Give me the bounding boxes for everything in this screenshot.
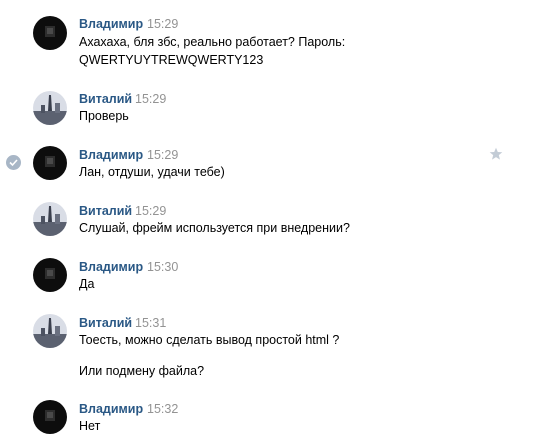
author-name[interactable]: Владимир (79, 148, 143, 162)
message-text: Тоесть, можно сделать вывод простой html… (79, 333, 340, 347)
message[interactable]: Владимир 15:30 Да (0, 252, 542, 308)
timestamp[interactable]: 15:31 (135, 316, 166, 330)
dark-avatar-icon[interactable] (33, 400, 67, 434)
city-avatar-icon[interactable] (33, 314, 67, 348)
author-name[interactable]: Владимир (79, 402, 143, 416)
message-text: Лан, отдуши, удачи тебе) (79, 165, 225, 179)
timestamp[interactable]: 15:29 (147, 148, 178, 162)
message[interactable]: Владимир 15:32 Нет (0, 394, 542, 436)
message-text: Ахахаха, бля збс, реально работает? Паро… (79, 35, 346, 49)
dark-avatar-icon[interactable] (33, 258, 67, 292)
author-name[interactable]: Виталий (79, 316, 132, 330)
message[interactable]: Владимир 15:29 Лан, отдуши, удачи тебе) (0, 140, 542, 196)
dark-avatar-icon[interactable] (33, 146, 67, 180)
message-text: QWERTYUYTREWQWERTY123 (79, 53, 264, 67)
checkmark-icon[interactable] (6, 155, 21, 170)
author-name[interactable]: Владимир (79, 17, 143, 31)
timestamp[interactable]: 15:29 (135, 92, 166, 106)
message-text: Да (79, 277, 95, 291)
dark-avatar-icon[interactable] (33, 16, 67, 50)
chat-history: Владимир 15:29 Ахахаха, бля збс, реально… (0, 0, 542, 436)
star-icon[interactable] (489, 147, 503, 161)
timestamp[interactable]: 15:30 (147, 260, 178, 274)
city-avatar-icon[interactable] (33, 202, 67, 236)
message[interactable]: Виталий 15:29 Проверь (0, 84, 542, 140)
author-name[interactable]: Виталий (79, 92, 132, 106)
message-text: Слушай, фрейм используется при внедрении… (79, 221, 350, 235)
message-text: Или подмену файла? (79, 364, 205, 378)
message[interactable]: Виталий 15:31 Тоесть, можно сделать выво… (0, 308, 542, 396)
timestamp[interactable]: 15:29 (147, 17, 178, 31)
timestamp[interactable]: 15:32 (147, 402, 178, 416)
message-text: Нет (79, 419, 101, 433)
message-text: Проверь (79, 109, 129, 123)
author-name[interactable]: Владимир (79, 260, 143, 274)
message[interactable]: Владимир 15:29 Ахахаха, бля збс, реально… (0, 0, 542, 84)
message[interactable]: Виталий 15:29 Слушай, фрейм используется… (0, 196, 542, 252)
city-avatar-icon[interactable] (33, 91, 67, 125)
author-name[interactable]: Виталий (79, 204, 132, 218)
timestamp[interactable]: 15:29 (135, 204, 166, 218)
